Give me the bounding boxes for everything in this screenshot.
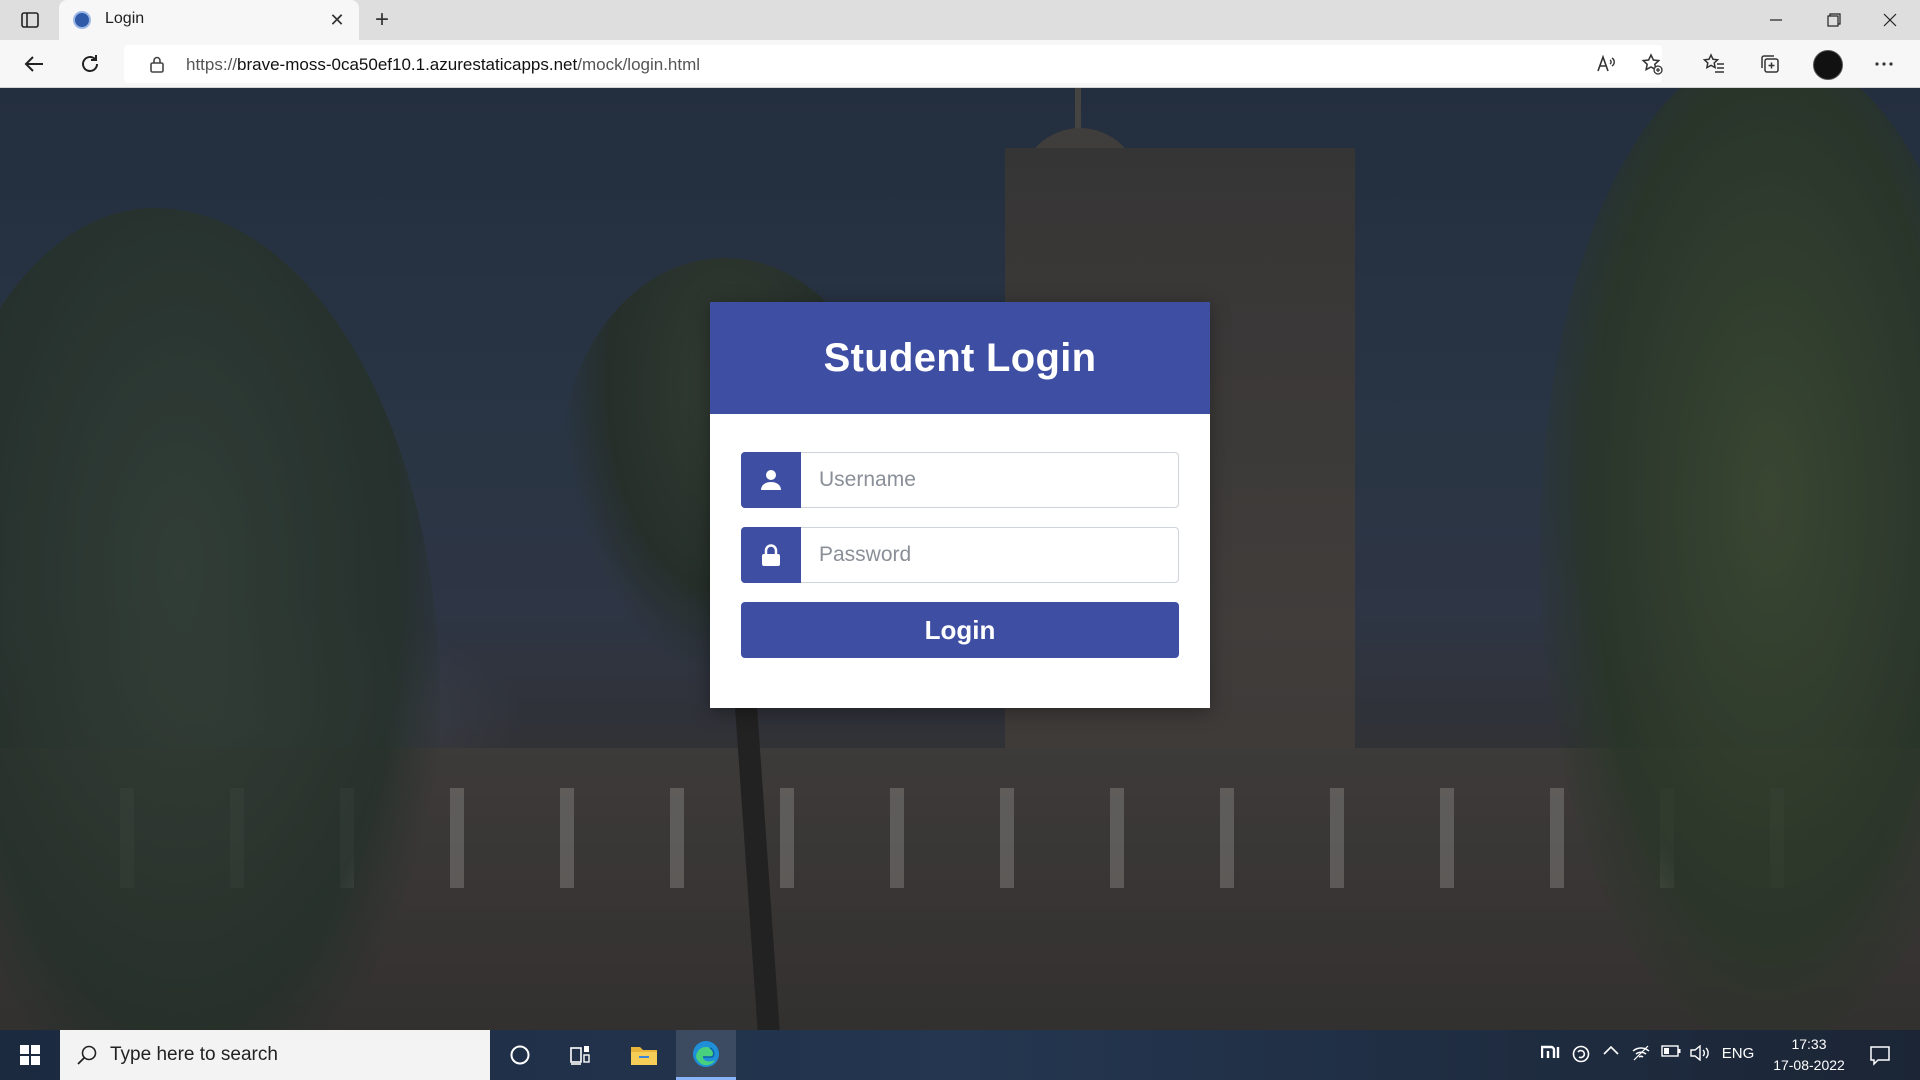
padlock-icon [741, 527, 801, 583]
search-icon [77, 1045, 97, 1065]
add-favorite-button[interactable] [1634, 48, 1670, 80]
restore-button[interactable] [1806, 0, 1862, 40]
tab-close-icon[interactable]: ✕ [325, 8, 349, 32]
cortana-button[interactable] [490, 1030, 550, 1080]
clock-date: 17-08-2022 [1773, 1057, 1845, 1073]
login-card-header: Student Login [710, 302, 1210, 414]
chevron-up-icon [1603, 1045, 1619, 1055]
collections-icon [1761, 55, 1779, 73]
notification-icon [1870, 1046, 1890, 1066]
task-view-icon [570, 1046, 590, 1065]
lock-icon[interactable] [148, 55, 166, 73]
volume-tray-icon[interactable] [1687, 1045, 1713, 1061]
url-field[interactable]: https://brave-moss-0ca50ef10.1.azurestat… [124, 45, 1662, 83]
refresh-icon [82, 55, 98, 72]
windows-taskbar: Type here to search ENG 17:33 17-08-2022 [0, 1030, 1920, 1080]
new-tab-button[interactable]: + [368, 6, 396, 34]
task-view-button[interactable] [550, 1030, 610, 1080]
browser-tab-bar: Login ✕ + [0, 0, 1920, 40]
back-button[interactable] [16, 48, 52, 80]
mi-tray-icon[interactable] [1538, 1045, 1564, 1059]
user-icon [741, 452, 801, 508]
edge-logo-icon [693, 1040, 719, 1067]
refresh-button[interactable] [72, 48, 108, 80]
folder-icon [631, 1047, 657, 1065]
language-indicator[interactable]: ENG [1718, 1045, 1758, 1062]
close-window-button[interactable] [1862, 0, 1918, 40]
cortana-circle-icon [510, 1045, 530, 1065]
favorites-button[interactable] [1696, 48, 1732, 80]
tab-actions-icon [21, 12, 39, 28]
star-plus-icon [1641, 53, 1663, 75]
login-title: Student Login [823, 335, 1097, 380]
url-host: brave-moss-0ca50ef10.1.azurestaticapps.n… [237, 55, 578, 74]
profile-avatar[interactable] [1813, 50, 1843, 80]
wifi-tray-icon[interactable] [1628, 1045, 1654, 1061]
more-dots-icon [1875, 62, 1893, 66]
taskbar-clock[interactable]: 17:33 17-08-2022 [1766, 1034, 1852, 1076]
show-hidden-icons-button[interactable] [1598, 1045, 1624, 1055]
url-text: https://brave-moss-0ca50ef10.1.azurestat… [186, 55, 700, 75]
back-arrow-icon [24, 56, 43, 72]
windows-logo-icon [20, 1045, 40, 1065]
minimize-icon [1770, 19, 1782, 21]
start-button[interactable] [0, 1030, 60, 1080]
minimize-button[interactable] [1748, 0, 1804, 40]
page-viewport: Student Login Login [0, 88, 1920, 1030]
username-field [741, 452, 1179, 508]
edge-browser-button[interactable] [676, 1030, 736, 1080]
site-favicon-icon [73, 11, 91, 29]
read-aloud-button[interactable] [1588, 48, 1624, 80]
tab-actions-button[interactable] [12, 6, 48, 34]
battery-tray-icon[interactable] [1658, 1045, 1684, 1057]
restore-icon [1827, 13, 1841, 27]
collections-button[interactable] [1752, 48, 1788, 80]
read-aloud-icon [1597, 54, 1615, 72]
close-icon [1883, 13, 1897, 27]
tab-title: Login [105, 10, 145, 27]
login-button[interactable]: Login [741, 602, 1179, 658]
file-explorer-button[interactable] [614, 1030, 674, 1080]
settings-more-button[interactable] [1866, 48, 1902, 80]
login-card: Student Login Login [710, 302, 1210, 708]
sync-tray-icon[interactable] [1568, 1045, 1594, 1063]
favorites-icon [1703, 53, 1724, 73]
url-path: /mock/login.html [577, 55, 701, 74]
password-input[interactable] [802, 528, 1178, 582]
password-field [741, 527, 1179, 583]
clock-time: 17:33 [1791, 1036, 1827, 1052]
username-input[interactable] [802, 453, 1178, 507]
tab-login[interactable]: Login ✕ [59, 0, 359, 40]
taskbar-search-placeholder: Type here to search [110, 1044, 278, 1065]
notifications-button[interactable] [1858, 1030, 1902, 1080]
browser-address-bar: https://brave-moss-0ca50ef10.1.azurestat… [0, 40, 1920, 88]
taskbar-search-box[interactable]: Type here to search [60, 1030, 490, 1080]
url-scheme: https:// [186, 55, 238, 74]
